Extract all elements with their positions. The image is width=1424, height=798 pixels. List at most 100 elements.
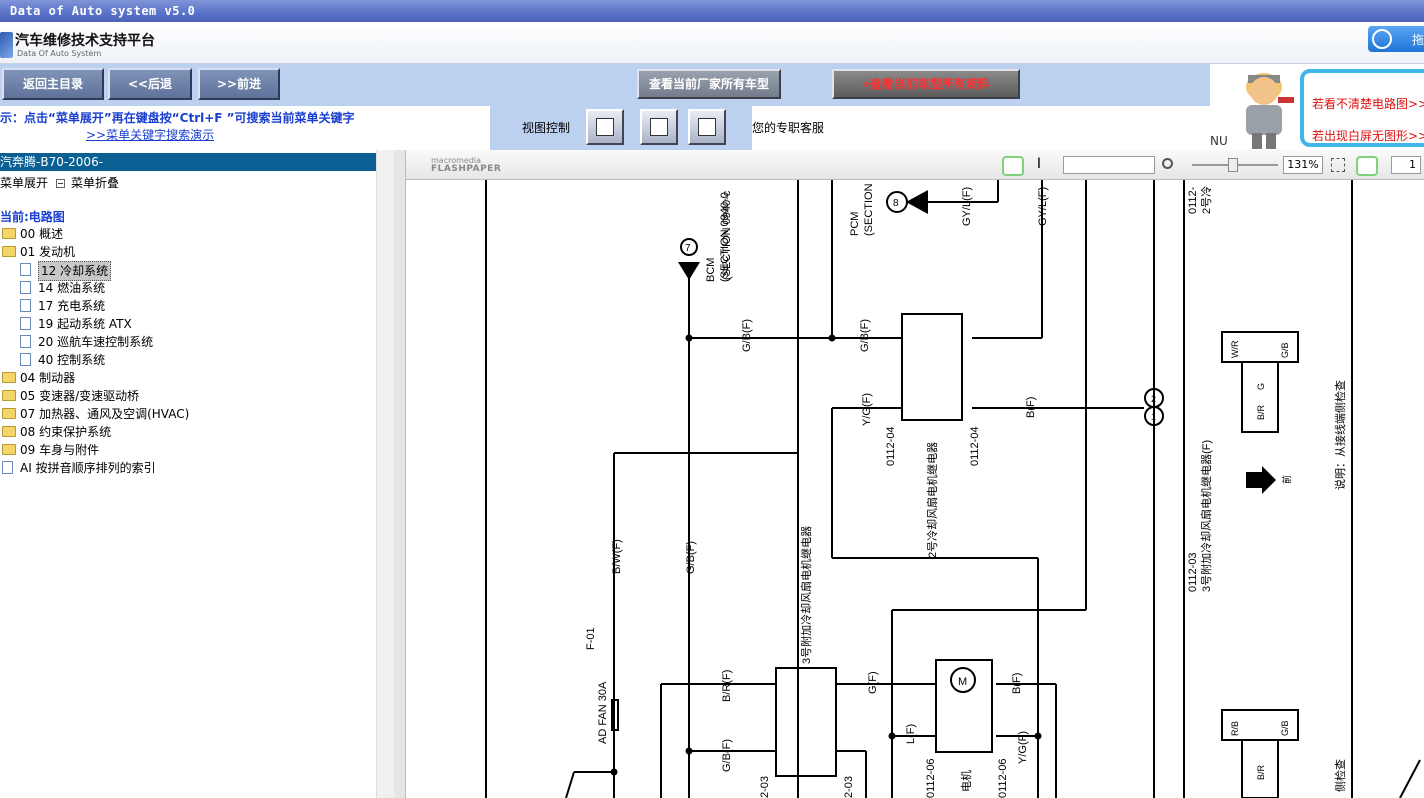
hint-bar: 示：点击“菜单展开”再在键盘按“Ctrl+F ”可搜索当前菜单关键字 >>菜单关… xyxy=(0,106,1210,150)
sidebar: 汽奔腾-B70-2006- 菜单展开 菜单折叠 当前:电路图 00 概述 01 发动… xyxy=(0,150,376,798)
tree-item[interactable]: 01 发动机 xyxy=(0,243,376,261)
text-select-icon[interactable]: I xyxy=(1032,156,1046,176)
menu-collapse-link[interactable]: 菜单折叠 xyxy=(71,176,119,190)
folder-icon xyxy=(2,444,16,455)
folder-icon xyxy=(2,426,16,437)
connector-label-0112-04-a: 0112-04 xyxy=(885,426,897,466)
connector-label-0112-04-b: 0112-04 xyxy=(969,426,981,466)
tree-item-label: 09 车身与附件 xyxy=(20,443,100,457)
tree-item-label: 19 起动系统 ATX xyxy=(38,317,132,331)
app-header: 汽车维修技术支持平台 Data Of Auto System 拖 xyxy=(0,22,1424,64)
fit-page-icon[interactable] xyxy=(1331,158,1345,172)
tree-item[interactable]: 14 燃油系统 xyxy=(0,279,376,297)
document-icon xyxy=(20,317,31,330)
tree-item[interactable]: 12 冷却系统 xyxy=(0,261,376,281)
pin-label-g: G xyxy=(1256,383,1266,390)
search-icon[interactable] xyxy=(1162,158,1173,169)
link-icon xyxy=(1372,29,1392,49)
view-control: 视图控制 xyxy=(490,106,752,150)
fuse-label: AD FAN 30A xyxy=(597,681,609,744)
tree-item[interactable]: 04 制动器 xyxy=(0,369,376,387)
node-2-label: 2 xyxy=(1151,394,1156,404)
all-info-label: 查看当前车型所有资料 xyxy=(869,77,990,91)
folder-icon xyxy=(2,372,16,383)
fit-width-icon[interactable] xyxy=(1356,156,1378,176)
collapse-icon xyxy=(56,179,66,188)
app-title: 汽车维修技术支持平台 xyxy=(15,33,155,49)
node-7-label: 7 xyxy=(685,243,691,254)
forward-button[interactable]: >>前进 xyxy=(198,68,280,100)
zoom-input[interactable]: 131% xyxy=(1283,156,1323,174)
folder-icon xyxy=(2,390,16,401)
wiring-diagram: (SECTION 0940-c BCM (SECTION 0940-0 PCM … xyxy=(485,180,1421,798)
tree-item[interactable]: 08 约束保护系统 xyxy=(0,423,376,441)
wire-label-gyl-1: GY/L(F) xyxy=(961,187,973,226)
arrow-left-icon xyxy=(698,118,716,136)
pin-label-br-2: B/R xyxy=(1256,764,1266,780)
tree-item[interactable]: 09 车身与附件 xyxy=(0,441,376,459)
diagram-label-pcm: PCM xyxy=(849,212,861,236)
tree-item[interactable]: 17 充电系统 xyxy=(0,297,376,315)
sidebar-scrollbar[interactable] xyxy=(376,150,394,798)
tree-item-label: 20 巡航车速控制系统 xyxy=(38,335,154,349)
pin-label-rb: R/B xyxy=(1230,721,1240,736)
back-button[interactable]: <<后退 xyxy=(108,68,192,100)
all-models-button[interactable]: 查看当前厂家所有车型 xyxy=(637,69,781,99)
tree-item-label: AI 按拼音顺序排列的索引 xyxy=(20,461,156,475)
flashpaper-toolbar: macromedia FLASHPAPER I 131% 1 xyxy=(406,150,1424,180)
node-1-label: 1 xyxy=(1151,412,1156,422)
right-top-code: 0112- xyxy=(1187,186,1199,214)
tree-item-label: 40 控制系统 xyxy=(38,353,106,367)
wire-label-gb-2: G/B(F) xyxy=(859,319,871,352)
wire-label-bf-1: B(F) xyxy=(1025,397,1037,418)
diagram-label-bcm: BCM xyxy=(705,258,717,282)
connector-label-0112-06-a: 0112-06 xyxy=(925,758,937,798)
ad-line-unclear[interactable]: 若看不清楚电路图>> xyxy=(1312,95,1424,112)
view-right-button[interactable] xyxy=(688,109,726,145)
menu-tree: 00 概述 01 发动机 12 冷却系统 14 燃油系统 17 充电系统 19 起动系统 … xyxy=(0,225,376,477)
ad-line-blank[interactable]: 若出现白屏无图形>> xyxy=(1312,127,1424,144)
tree-item[interactable]: 07 加热器、通风及空调(HVAC) xyxy=(0,405,376,423)
hand-tool-icon[interactable] xyxy=(1002,156,1024,176)
drag-button[interactable]: 拖 xyxy=(1368,26,1424,52)
all-info-button[interactable]: »查看当前车型所有资料 xyxy=(832,69,1020,99)
inspection-note-2: 侧检查 xyxy=(1333,759,1347,792)
arrows-inward-icon xyxy=(650,118,668,136)
document-icon xyxy=(20,299,31,312)
zoom-slider-handle[interactable] xyxy=(1228,158,1238,172)
view-left-button[interactable] xyxy=(586,109,624,145)
app-subtitle: Data Of Auto System xyxy=(17,49,102,58)
hint-text: 示：点击“菜单展开”再在键盘按“Ctrl+F ”可搜索当前菜单关键字 xyxy=(0,111,355,125)
tree-item[interactable]: 40 控制系统 xyxy=(0,351,376,369)
right-connector-code: 0112-03 xyxy=(1187,552,1199,592)
front-label: 前 xyxy=(1281,475,1292,484)
tree-item[interactable]: 20 巡航车速控制系统 xyxy=(0,333,376,351)
tree-item-label: 17 充电系统 xyxy=(38,299,106,313)
tree-item[interactable]: 00 概述 xyxy=(0,225,376,243)
wire-label-gyl-2: GY/L(F) xyxy=(1037,187,1049,226)
document-icon xyxy=(20,281,31,294)
double-chevron-icon: » xyxy=(862,77,870,91)
ad-box[interactable]: 若看不清楚电路图>> 若出现白屏无图形>> xyxy=(1300,69,1424,147)
tree-item-label: 01 发动机 xyxy=(20,245,76,259)
folder-icon xyxy=(2,246,16,257)
menu-expand-link[interactable]: 菜单展开 xyxy=(0,176,48,190)
home-button[interactable]: 返回主目录 xyxy=(2,68,104,100)
tree-item[interactable]: 05 变速器/变速驱动桥 xyxy=(0,387,376,405)
search-input[interactable] xyxy=(1063,156,1155,174)
view-center-button[interactable] xyxy=(640,109,678,145)
page-number-input[interactable]: 1 xyxy=(1391,156,1421,174)
tree-item[interactable]: 19 起动系统 ATX xyxy=(0,315,376,333)
tree-item[interactable]: AI 按拼音顺序排列的索引 xyxy=(0,459,376,477)
view-control-label: 视图控制 xyxy=(522,121,571,135)
flashpaper-logo: FLASHPAPER xyxy=(431,164,502,174)
model-title: 汽奔腾-B70-2006- xyxy=(0,153,376,171)
connector-label-0112-06-b: 0112-06 xyxy=(997,758,1009,798)
relay-3-label: 3号附加冷却风扇电机继电器 xyxy=(799,526,813,664)
relay-2-label: 2号冷却风扇电机继电器 xyxy=(925,442,939,558)
search-demo-link[interactable]: >>菜单关键字搜索演示 xyxy=(86,126,214,143)
service-text: 您的专职客服 xyxy=(752,121,825,135)
wire-label-gb-3: G/B(F) xyxy=(685,541,697,574)
folder-icon xyxy=(2,228,16,239)
right-relay-3-label: 3号附加冷却风扇电机继电器(F) xyxy=(1199,440,1213,592)
